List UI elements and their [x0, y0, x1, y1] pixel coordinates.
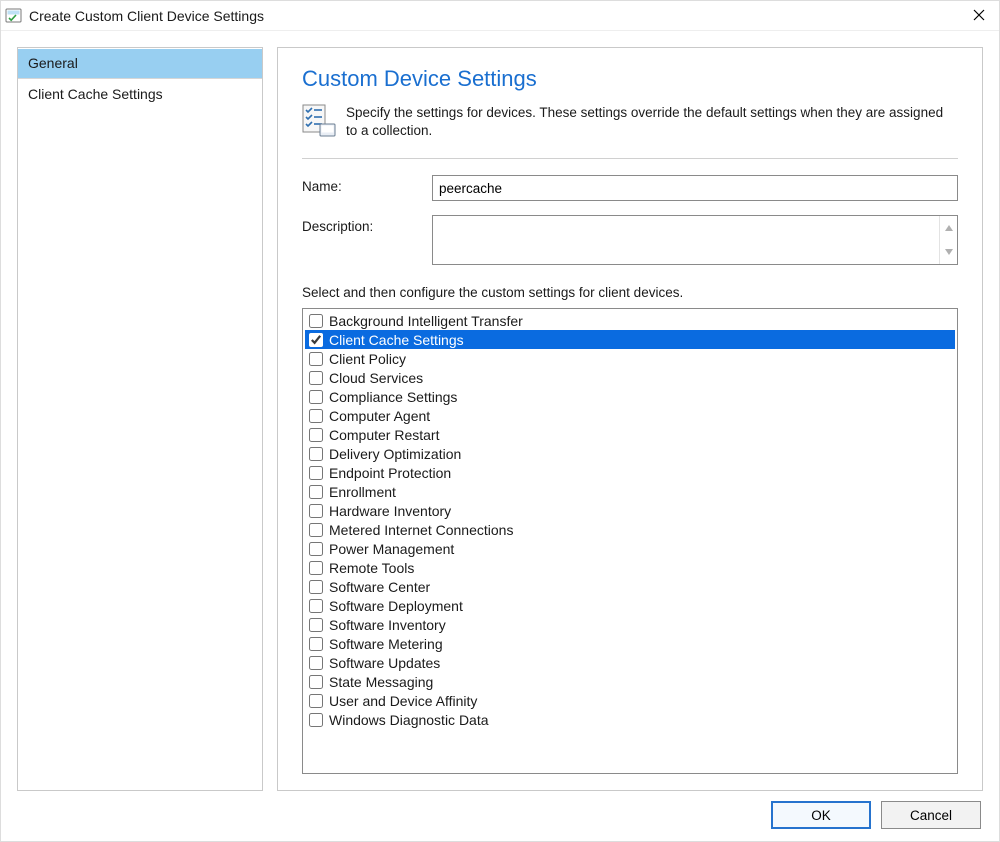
setting-label: User and Device Affinity	[329, 693, 477, 709]
setting-label: State Messaging	[329, 674, 433, 690]
page-title: Custom Device Settings	[302, 66, 958, 92]
setting-label: Software Updates	[329, 655, 440, 671]
setting-checkbox[interactable]	[309, 409, 323, 423]
setting-row[interactable]: User and Device Affinity	[305, 691, 955, 710]
dialog-footer: OK Cancel	[17, 791, 983, 833]
setting-label: Background Intelligent Transfer	[329, 313, 523, 329]
setting-label: Hardware Inventory	[329, 503, 451, 519]
setting-row[interactable]: Delivery Optimization	[305, 444, 955, 463]
setting-row[interactable]: Software Inventory	[305, 615, 955, 634]
setting-checkbox[interactable]	[309, 466, 323, 480]
setting-row[interactable]: Windows Diagnostic Data	[305, 710, 955, 729]
setting-label: Computer Agent	[329, 408, 430, 424]
intro-text: Specify the settings for devices. These …	[346, 104, 958, 140]
setting-row[interactable]: Cloud Services	[305, 368, 955, 387]
setting-checkbox[interactable]	[309, 580, 323, 594]
setting-checkbox[interactable]	[309, 542, 323, 556]
setting-label: Metered Internet Connections	[329, 522, 513, 538]
setting-row[interactable]: Enrollment	[305, 482, 955, 501]
scroll-up-icon[interactable]	[940, 216, 957, 240]
setting-row[interactable]: Software Metering	[305, 634, 955, 653]
setting-row[interactable]: Metered Internet Connections	[305, 520, 955, 539]
setting-checkbox[interactable]	[309, 675, 323, 689]
setting-label: Client Cache Settings	[329, 332, 464, 348]
setting-row[interactable]: Compliance Settings	[305, 387, 955, 406]
setting-checkbox[interactable]	[309, 333, 323, 347]
setting-checkbox[interactable]	[309, 504, 323, 518]
setting-checkbox[interactable]	[309, 371, 323, 385]
name-input[interactable]	[432, 175, 958, 201]
setting-label: Computer Restart	[329, 427, 439, 443]
setting-checkbox[interactable]	[309, 694, 323, 708]
setting-row[interactable]: Software Center	[305, 577, 955, 596]
description-input[interactable]	[433, 216, 939, 264]
setting-row[interactable]: Hardware Inventory	[305, 501, 955, 520]
setting-checkbox[interactable]	[309, 447, 323, 461]
setting-label: Cloud Services	[329, 370, 423, 386]
setting-label: Enrollment	[329, 484, 396, 500]
textarea-scroll[interactable]	[939, 216, 957, 264]
setting-label: Power Management	[329, 541, 454, 557]
setting-row[interactable]: Background Intelligent Transfer	[305, 311, 955, 330]
ok-button[interactable]: OK	[771, 801, 871, 829]
intro-row: Specify the settings for devices. These …	[302, 104, 958, 140]
setting-checkbox[interactable]	[309, 352, 323, 366]
setting-checkbox[interactable]	[309, 713, 323, 727]
setting-row[interactable]: Client Cache Settings	[305, 330, 955, 349]
setting-checkbox[interactable]	[309, 656, 323, 670]
setting-row[interactable]: Remote Tools	[305, 558, 955, 577]
setting-checkbox[interactable]	[309, 485, 323, 499]
setting-label: Delivery Optimization	[329, 446, 461, 462]
setting-row[interactable]: Computer Agent	[305, 406, 955, 425]
titlebar: Create Custom Client Device Settings	[1, 1, 999, 31]
setting-label: Windows Diagnostic Data	[329, 712, 489, 728]
setting-checkbox[interactable]	[309, 618, 323, 632]
description-label: Description:	[302, 215, 432, 234]
setting-label: Software Deployment	[329, 598, 463, 614]
setting-checkbox[interactable]	[309, 314, 323, 328]
setting-checkbox[interactable]	[309, 428, 323, 442]
setting-label: Remote Tools	[329, 560, 414, 576]
setting-row[interactable]: Software Deployment	[305, 596, 955, 615]
setting-row[interactable]: Software Updates	[305, 653, 955, 672]
setting-label: Compliance Settings	[329, 389, 457, 405]
sidebar-item[interactable]: General	[18, 49, 262, 79]
settings-checklist[interactable]: Background Intelligent Transfer Client Ca…	[302, 308, 958, 774]
setting-label: Software Inventory	[329, 617, 446, 633]
close-button[interactable]	[965, 6, 993, 26]
setting-label: Endpoint Protection	[329, 465, 451, 481]
setting-row[interactable]: Client Policy	[305, 349, 955, 368]
setting-row[interactable]: State Messaging	[305, 672, 955, 691]
setting-row[interactable]: Computer Restart	[305, 425, 955, 444]
main-panel: Custom Device Settings Specify the	[277, 47, 983, 791]
app-icon	[5, 7, 23, 25]
sidebar: GeneralClient Cache Settings	[17, 47, 263, 791]
setting-checkbox[interactable]	[309, 561, 323, 575]
sidebar-item[interactable]: Client Cache Settings	[18, 79, 262, 110]
window-title: Create Custom Client Device Settings	[29, 8, 965, 24]
setting-label: Software Metering	[329, 636, 443, 652]
setting-label: Client Policy	[329, 351, 406, 367]
scroll-down-icon[interactable]	[940, 240, 957, 264]
setting-row[interactable]: Power Management	[305, 539, 955, 558]
setting-label: Software Center	[329, 579, 430, 595]
cancel-button[interactable]: Cancel	[881, 801, 981, 829]
instruction-text: Select and then configure the custom set…	[302, 285, 958, 300]
setting-row[interactable]: Endpoint Protection	[305, 463, 955, 482]
setting-checkbox[interactable]	[309, 523, 323, 537]
setting-checkbox[interactable]	[309, 599, 323, 613]
divider	[302, 158, 958, 159]
settings-list-icon	[302, 104, 336, 138]
name-label: Name:	[302, 175, 432, 194]
setting-checkbox[interactable]	[309, 637, 323, 651]
setting-checkbox[interactable]	[309, 390, 323, 404]
